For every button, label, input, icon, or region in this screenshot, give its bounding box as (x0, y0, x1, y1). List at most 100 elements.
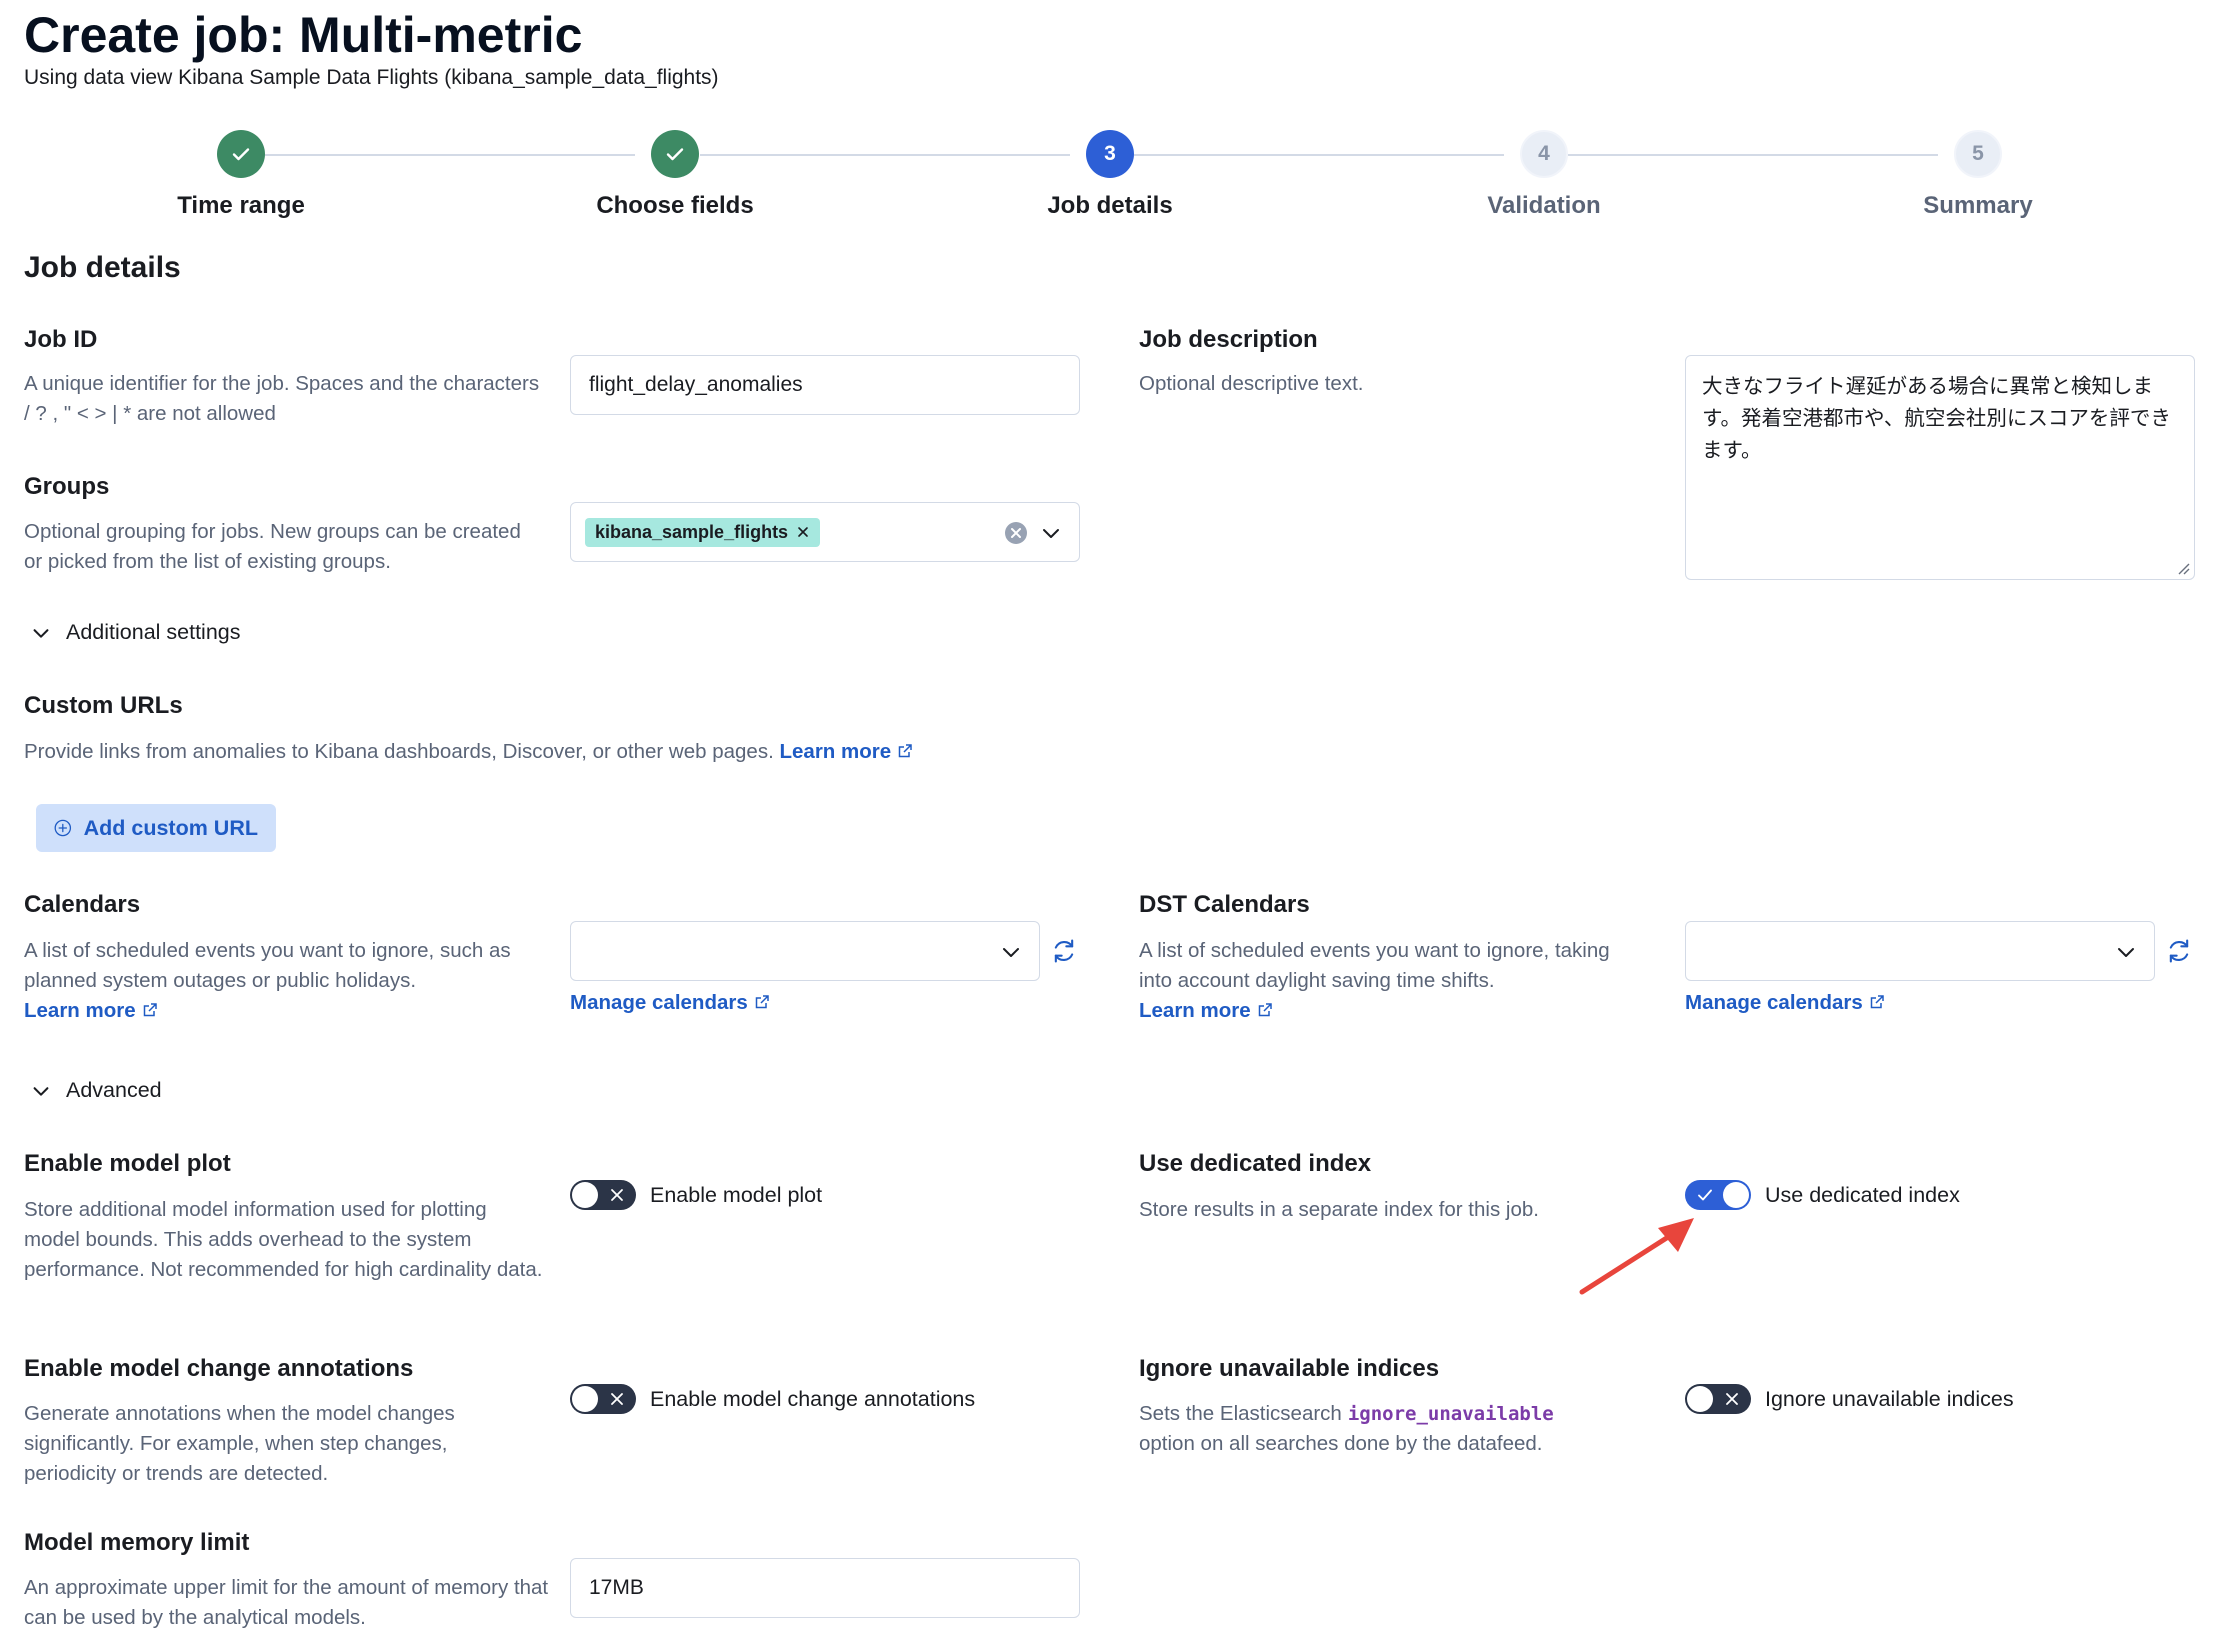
plus-circle-icon (54, 819, 72, 837)
cross-icon (611, 1189, 623, 1201)
step-connector (1134, 154, 1504, 156)
chevron-down-icon[interactable] (1039, 521, 1063, 545)
manage-calendars-link[interactable]: Manage calendars (570, 988, 770, 1018)
job-id-title: Job ID (24, 326, 98, 353)
ignore-unavailable-code: ignore_unavailable (1347, 1403, 1554, 1425)
add-custom-url-button[interactable]: Add custom URL (36, 804, 276, 852)
dst-calendars-select[interactable] (1685, 921, 2155, 981)
model-change-annotations-switch-label: Enable model change annotations (650, 1386, 976, 1411)
model-plot-title: Enable model plot (24, 1150, 231, 1177)
cross-icon (611, 1393, 623, 1405)
chevron-down-icon (33, 1086, 49, 1096)
resize-handle-icon[interactable] (2176, 561, 2190, 575)
manage-calendars-text: Manage calendars (1685, 991, 1863, 1014)
ignore-unavailable-switch-row[interactable]: Ignore unavailable indices (1685, 1384, 2014, 1414)
custom-urls-title: Custom URLs (24, 692, 183, 719)
chevron-down-icon (2118, 948, 2134, 957)
annotation-arrow-icon (1579, 1218, 1694, 1295)
memory-limit-title: Model memory limit (24, 1529, 250, 1556)
learn-more-text: Learn more (779, 740, 892, 763)
step-2-complete[interactable] (651, 130, 699, 178)
model-change-annotations-switch[interactable] (570, 1384, 636, 1414)
custom-urls-learn-more-link[interactable]: Learn more (780, 740, 914, 763)
step-label-choose-fields[interactable]: Choose fields (525, 192, 825, 220)
dedicated-index-switch-row[interactable]: Use dedicated index (1685, 1180, 1960, 1210)
clear-icon[interactable] (1004, 521, 1028, 545)
dst-calendars-help-block: A list of scheduled events you want to i… (1139, 936, 1639, 1026)
external-link-icon (1258, 1003, 1272, 1017)
dst-calendars-help: A list of scheduled events you want to i… (1139, 939, 1610, 992)
advanced-label: Advanced (66, 1078, 162, 1102)
step-5-incomplete[interactable]: 5 (1954, 130, 2002, 178)
group-chip[interactable]: kibana_sample_flights (585, 517, 821, 547)
external-link-icon (898, 744, 912, 758)
ignore-unavailable-switch-label: Ignore unavailable indices (1765, 1386, 2014, 1411)
model-plot-help: Store additional model information used … (24, 1198, 543, 1281)
ignore-unavailable-help-prefix: Sets the Elasticsearch (1139, 1402, 1342, 1425)
ignore-unavailable-switch[interactable] (1685, 1384, 1751, 1414)
step-label-job-details[interactable]: Job details (960, 192, 1260, 220)
learn-more-text: Learn more (24, 999, 136, 1022)
external-link-icon (755, 995, 769, 1009)
groups-combobox[interactable]: kibana_sample_flights (570, 502, 1080, 562)
job-id-value: flight_delay_anomalies (589, 373, 803, 396)
check-icon (232, 148, 250, 161)
model-plot-switch-label: Enable model plot (650, 1182, 823, 1207)
dst-calendars-learn-more-link[interactable]: Learn more (1139, 999, 1273, 1022)
calendars-help-block: A list of scheduled events you want to i… (24, 936, 564, 1026)
additional-settings-toggle[interactable]: Additional settings (30, 620, 241, 645)
step-connector (265, 154, 635, 156)
memory-limit-help: An approximate upper limit for the amoun… (24, 1576, 549, 1629)
cross-icon (1726, 1393, 1738, 1405)
check-icon (666, 148, 684, 161)
step-4-incomplete[interactable]: 4 (1520, 130, 1568, 178)
step-1-complete[interactable] (217, 130, 265, 178)
memory-limit-input[interactable]: 17MB (570, 1558, 1080, 1618)
ignore-unavailable-help-suffix: option on all searches done by the dataf… (1139, 1432, 1543, 1455)
section-title: Job details (24, 251, 181, 284)
calendars-title: Calendars (24, 891, 141, 918)
page-title: Create job: Multi-metric (24, 7, 583, 63)
manage-calendars-text: Manage calendars (570, 991, 748, 1014)
advanced-toggle[interactable]: Advanced (30, 1078, 162, 1103)
refresh-icon[interactable] (1050, 937, 1078, 965)
dst-calendars-title: DST Calendars (1139, 891, 1310, 918)
switch-knob (1687, 1386, 1713, 1412)
chevron-down-icon (33, 628, 49, 638)
ignore-unavailable-title: Ignore unavailable indices (1139, 1355, 1440, 1382)
additional-settings-label: Additional settings (66, 620, 241, 644)
calendars-learn-more-link[interactable]: Learn more (24, 999, 158, 1022)
step-3-current[interactable]: 3 (1086, 130, 1134, 178)
groups-help: Optional grouping for jobs. New groups c… (24, 520, 521, 573)
check-icon (1698, 1189, 1712, 1201)
refresh-icon[interactable] (2165, 937, 2193, 965)
add-custom-url-label: Add custom URL (83, 815, 258, 840)
model-change-annotations-title: Enable model change annotations (24, 1355, 414, 1382)
job-id-input[interactable]: flight_delay_anomalies (570, 355, 1080, 415)
step-label-summary[interactable]: Summary (1828, 192, 2128, 220)
switch-knob (1723, 1182, 1749, 1208)
memory-limit-value: 17MB (589, 1576, 644, 1599)
model-change-annotations-switch-row[interactable]: Enable model change annotations (570, 1384, 975, 1414)
model-plot-switch-row[interactable]: Enable model plot (570, 1180, 822, 1210)
step-label-time-range[interactable]: Time range (91, 192, 391, 220)
page-subtitle: Using data view Kibana Sample Data Fligh… (24, 66, 719, 89)
ignore-unavailable-help: Sets the Elasticsearch ignore_unavailable… (1139, 1399, 1619, 1459)
dedicated-index-switch[interactable] (1685, 1180, 1751, 1210)
job-description-textarea[interactable]: 大きなフライト遅延がある場合に異常と検知します。発着空港都市や、航空会社別にスコ… (1685, 355, 2195, 580)
job-description-value: 大きなフライト遅延がある場合に異常と検知します。発着空港都市や、航空会社別にスコ… (1702, 374, 2171, 462)
job-description-help: Optional descriptive text. (1139, 372, 1364, 395)
step-connector (1568, 154, 1938, 156)
cross-icon[interactable] (796, 525, 810, 539)
step-label-validation[interactable]: Validation (1394, 192, 1694, 220)
step-connector (700, 154, 1070, 156)
job-description-title: Job description (1139, 326, 1318, 353)
model-plot-switch[interactable] (570, 1180, 636, 1210)
external-link-icon (143, 1003, 157, 1017)
switch-knob (572, 1182, 598, 1208)
groups-title: Groups (24, 473, 110, 500)
calendars-select[interactable] (570, 921, 1040, 981)
calendars-help: A list of scheduled events you want to i… (24, 939, 511, 992)
switch-knob (572, 1386, 598, 1412)
manage-dst-calendars-link[interactable]: Manage calendars (1685, 988, 1885, 1018)
